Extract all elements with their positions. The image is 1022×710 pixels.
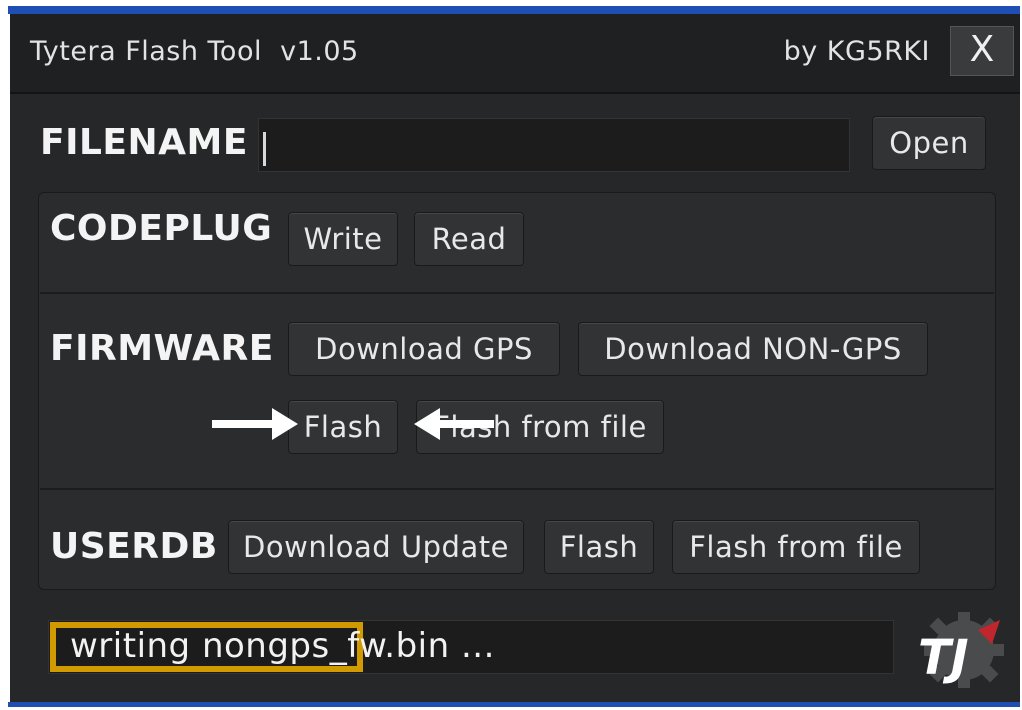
firmware-flash-button[interactable]: Flash xyxy=(288,400,398,454)
open-button[interactable]: Open xyxy=(872,116,986,170)
userdb-label: USERDB xyxy=(50,526,218,567)
download-gps-button[interactable]: Download GPS xyxy=(288,322,560,376)
tj-gear-logo: TJ xyxy=(918,612,1004,688)
window-top-border xyxy=(8,6,1020,14)
svg-text:TJ: TJ xyxy=(918,630,969,686)
window-bottom-border xyxy=(8,702,1020,707)
codeplug-read-button[interactable]: Read xyxy=(414,212,524,266)
section-divider xyxy=(40,292,994,294)
window-title: Tytera Flash Tool v1.05 xyxy=(30,36,359,67)
arrow-left-icon xyxy=(414,408,494,440)
flash-tool-window: Tytera Flash Tool v1.05 by KG5RKI X FILE… xyxy=(10,14,1020,702)
close-button[interactable]: X xyxy=(950,26,1014,76)
firmware-label: FIRMWARE xyxy=(50,328,274,369)
text-cursor xyxy=(263,132,266,166)
arrow-right-icon xyxy=(212,408,298,440)
download-nongps-button[interactable]: Download NON-GPS xyxy=(578,322,928,376)
codeplug-label: CODEPLUG xyxy=(50,208,273,249)
filename-label: FILENAME xyxy=(40,122,248,163)
userdb-flash-button[interactable]: Flash xyxy=(544,520,654,574)
userdb-download-update-button[interactable]: Download Update xyxy=(228,520,524,574)
status-text: writing nongps_fw.bin ... xyxy=(70,626,495,666)
codeplug-write-button[interactable]: Write xyxy=(288,212,398,266)
section-divider xyxy=(40,488,994,490)
filename-input[interactable] xyxy=(258,118,850,172)
title-bar[interactable]: Tytera Flash Tool v1.05 by KG5RKI X xyxy=(10,14,1020,94)
userdb-flash-from-file-button[interactable]: Flash from file xyxy=(672,520,920,574)
author-label: by KG5RKI xyxy=(783,36,930,67)
